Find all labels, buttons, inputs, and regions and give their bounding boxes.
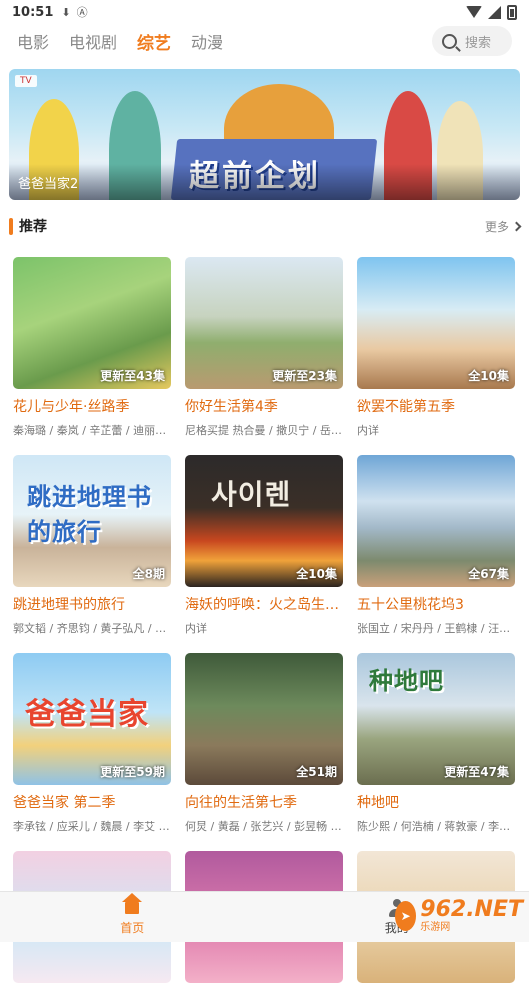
watermark-big: 962.NET xyxy=(420,899,523,921)
show-cast: 何炅 / 黄磊 / 张艺兴 / 彭昱畅 / … xyxy=(185,818,343,834)
show-card[interactable]: 跳进地理书的旅行 全8期 跳进地理书的旅行 郭文韬 / 齐思钧 / 黄子弘凡 /… xyxy=(13,455,171,636)
show-title: 向往的生活第七季 xyxy=(185,792,343,812)
show-title: 种地吧 xyxy=(357,792,515,812)
show-card[interactable]: 种地吧 更新至47集 种地吧 陈少熙 / 何浩楠 / 蒋敦豪 / 李耕… xyxy=(357,653,515,834)
chevron-right-icon xyxy=(512,221,522,231)
episode-badge: 全10集 xyxy=(468,367,509,384)
watermark-logo-icon: ➤ xyxy=(395,901,416,931)
section-accent-bar xyxy=(9,218,13,235)
show-title: 你好生活第4季 xyxy=(185,396,343,416)
show-card[interactable]: 全51期 向往的生活第七季 何炅 / 黄磊 / 张艺兴 / 彭昱畅 / … xyxy=(185,653,343,834)
more-button[interactable]: 更多 xyxy=(485,218,520,235)
show-poster: 种地吧 更新至47集 xyxy=(357,653,515,785)
home-icon xyxy=(124,901,140,915)
show-cast: 张国立 / 宋丹丹 / 王鹤棣 / 汪苏… xyxy=(357,620,515,636)
nav-home[interactable]: 首页 xyxy=(0,892,265,942)
section-title: 推荐 xyxy=(19,216,47,236)
show-title: 欲罢不能第五季 xyxy=(357,396,515,416)
show-poster: 更新至43集 xyxy=(13,257,171,389)
show-cast: 尼格买提 热合曼 / 撒贝宁 / 岳… xyxy=(185,422,343,438)
show-cast: 陈少熙 / 何浩楠 / 蒋敦豪 / 李耕… xyxy=(357,818,515,834)
show-card[interactable]: 全67集 五十公里桃花坞3 张国立 / 宋丹丹 / 王鹤棣 / 汪苏… xyxy=(357,455,515,636)
poster-art-text: 사이렌 xyxy=(211,473,291,513)
nav-home-label: 首页 xyxy=(120,919,144,936)
episode-badge: 全67集 xyxy=(468,565,509,582)
show-title: 花儿与少年·丝路季 xyxy=(13,396,171,416)
show-card[interactable]: 更新至23集 你好生活第4季 尼格买提 热合曼 / 撒贝宁 / 岳… xyxy=(185,257,343,438)
watermark-small: 乐游网 xyxy=(420,923,523,933)
signal-icon xyxy=(488,6,501,19)
poster-art-text: 种地吧 xyxy=(369,661,444,696)
show-title: 海妖的呼唤：火之岛生… xyxy=(185,594,343,614)
wifi-icon xyxy=(466,6,482,18)
episode-badge: 更新至43集 xyxy=(100,367,165,384)
show-card[interactable]: 사이렌 全10集 海妖的呼唤：火之岛生… 内详 xyxy=(185,455,343,636)
show-poster: 爸爸当家 更新至59期 xyxy=(13,653,171,785)
show-card[interactable]: 更新至43集 花儿与少年·丝路季 秦海璐 / 秦岚 / 辛芷蕾 / 迪丽… xyxy=(13,257,171,438)
featured-banner[interactable]: TV 超前企划 爸爸当家2 xyxy=(9,69,520,200)
show-cast: 内详 xyxy=(357,422,515,438)
episode-badge: 更新至47集 xyxy=(444,763,509,780)
poster-art-text: 跳进地理书的旅行 xyxy=(27,477,171,547)
show-card[interactable]: 爸爸当家 更新至59期 爸爸当家 第二季 李承铉 / 应采儿 / 魏晨 / 李艾… xyxy=(13,653,171,834)
episode-badge: 更新至59期 xyxy=(100,763,165,780)
site-watermark: ➤ 962.NET 乐游网 xyxy=(395,895,523,937)
show-poster: 全51期 xyxy=(185,653,343,785)
tab-anime[interactable]: 动漫 xyxy=(191,29,223,53)
show-cast: 郭文韬 / 齐思钧 / 黄子弘凡 / … xyxy=(13,620,171,636)
show-poster: 全10集 xyxy=(357,257,515,389)
search-button[interactable]: 搜索 xyxy=(432,26,512,56)
tab-variety[interactable]: 综艺 xyxy=(137,29,171,54)
episode-badge: 全10集 xyxy=(296,565,337,582)
channel-logo: TV xyxy=(15,75,37,87)
search-icon xyxy=(442,34,457,49)
episode-badge: 全51期 xyxy=(296,763,337,780)
more-label: 更多 xyxy=(485,218,509,235)
episode-badge: 全8期 xyxy=(133,565,165,582)
tab-movies[interactable]: 电影 xyxy=(17,29,49,53)
show-cast: 李承铉 / 应采儿 / 魏晨 / 李艾 / … xyxy=(13,818,171,834)
download-icon: ⬇ xyxy=(61,6,70,19)
show-card[interactable]: 全10集 欲罢不能第五季 内详 xyxy=(357,257,515,438)
show-poster: 全67集 xyxy=(357,455,515,587)
show-cast: 内详 xyxy=(185,620,343,636)
banner-caption: 爸爸当家2 xyxy=(18,173,78,192)
show-title: 爸爸当家 第二季 xyxy=(13,792,171,812)
status-time: 10:51 xyxy=(12,5,53,20)
show-poster: 跳进地理书的旅行 全8期 xyxy=(13,455,171,587)
episode-badge: 更新至23集 xyxy=(272,367,337,384)
a-icon: Ⓐ xyxy=(77,4,88,20)
banner-caption-shade xyxy=(9,164,520,200)
status-bar: 10:51 ⬇ Ⓐ xyxy=(0,0,529,24)
search-placeholder: 搜索 xyxy=(465,32,491,51)
battery-icon xyxy=(507,5,517,20)
show-title: 跳进地理书的旅行 xyxy=(13,594,171,614)
show-title: 五十公里桃花坞3 xyxy=(357,594,515,614)
poster-art-text: 爸爸当家 xyxy=(25,689,149,733)
tab-tv-series[interactable]: 电视剧 xyxy=(69,29,117,53)
show-poster: 사이렌 全10集 xyxy=(185,455,343,587)
category-tabs: 电影 电视剧 综艺 动漫 搜索 xyxy=(0,24,529,58)
show-poster: 更新至23集 xyxy=(185,257,343,389)
show-cast: 秦海璐 / 秦岚 / 辛芷蕾 / 迪丽… xyxy=(13,422,171,438)
recommend-section-header: 推荐 更多 xyxy=(9,216,520,236)
